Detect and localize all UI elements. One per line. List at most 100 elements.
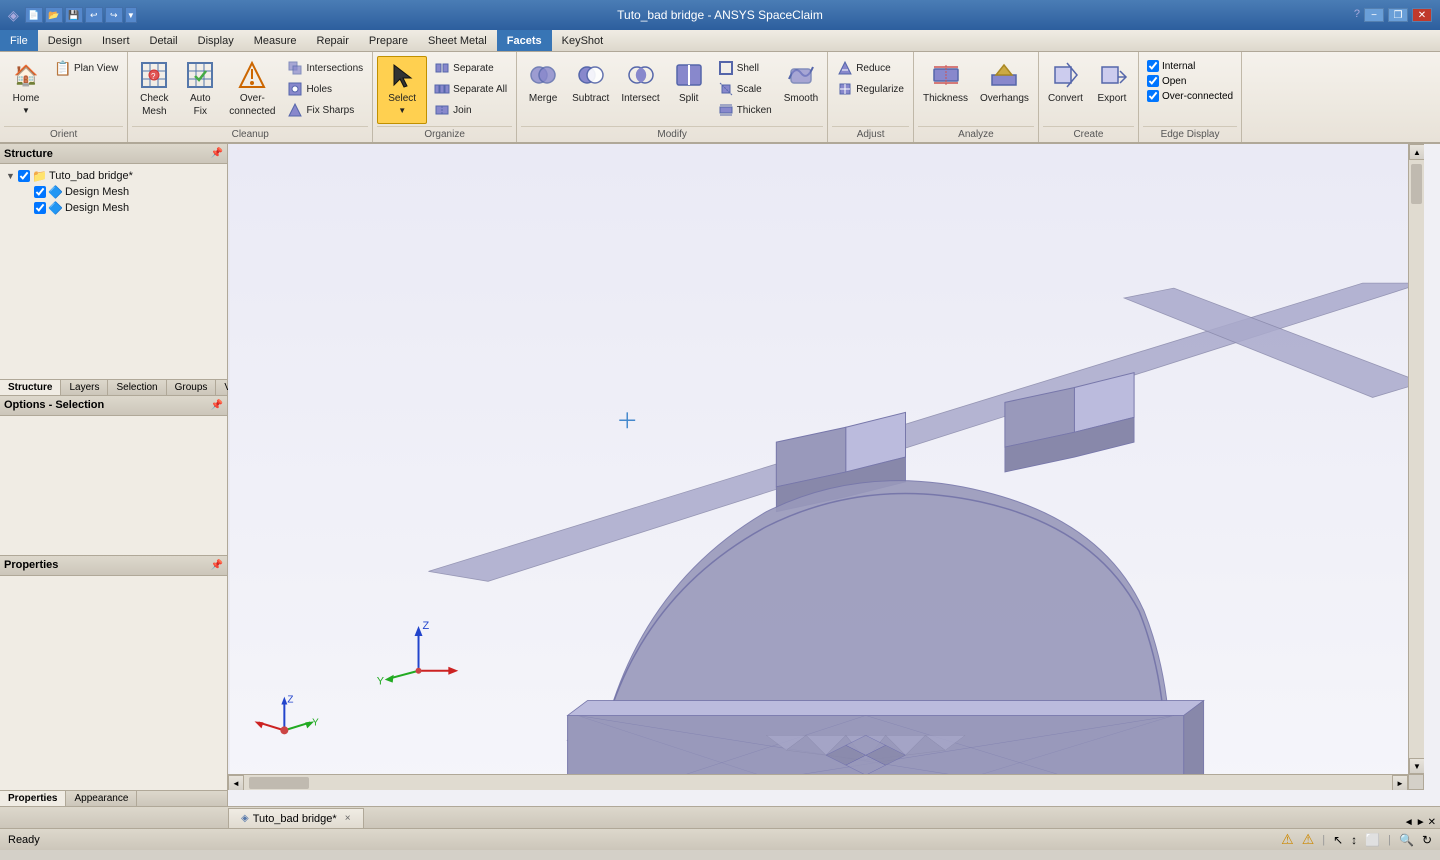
structure-pin-icon[interactable]: 📌: [211, 148, 223, 159]
separate-button[interactable]: Separate: [429, 58, 512, 78]
scroll-up-button[interactable]: ▲: [1409, 144, 1424, 160]
plan-view-button[interactable]: 📋 Plan View: [50, 58, 123, 78]
child2-checkbox[interactable]: [34, 202, 46, 214]
holes-button[interactable]: Holes: [282, 79, 368, 99]
rotate-icon[interactable]: ↻: [1422, 833, 1432, 847]
auto-fix-button[interactable]: Auto Fix: [178, 56, 222, 124]
minimize-button[interactable]: −: [1364, 8, 1384, 22]
structure-panel-header: Structure 📌: [0, 144, 227, 164]
panel-tabs: Structure Layers Selection Groups Views: [0, 380, 227, 396]
intersections-button[interactable]: Intersections: [282, 58, 368, 78]
properties-pin-icon[interactable]: 📌: [211, 560, 223, 571]
restore-button[interactable]: ❐: [1388, 8, 1408, 22]
intersect-button[interactable]: Intersect: [616, 56, 664, 124]
join-button[interactable]: Join: [429, 100, 512, 120]
scroll-thumb-h[interactable]: [249, 777, 309, 789]
menu-item-prepare[interactable]: Prepare: [359, 30, 418, 51]
prop-tab-appearance[interactable]: Appearance: [66, 791, 137, 806]
menu-item-insert[interactable]: Insert: [92, 30, 140, 51]
scroll-right-button[interactable]: ►: [1392, 775, 1408, 790]
viewport-3d[interactable]: Z Y: [228, 144, 1424, 790]
cursor-icon[interactable]: ↕: [1351, 833, 1357, 847]
split-button[interactable]: Split: [667, 56, 711, 124]
quick-access-undo[interactable]: ↩: [85, 7, 103, 23]
split-icon: [673, 59, 705, 91]
separate-all-button[interactable]: Separate All: [429, 79, 512, 99]
menu-item-facets[interactable]: Facets: [497, 30, 552, 51]
open-edge-check[interactable]: Open: [1147, 75, 1233, 87]
smooth-button[interactable]: Smooth: [779, 56, 823, 124]
merge-button[interactable]: Merge: [521, 56, 565, 124]
bottom-tab-model[interactable]: ◈ Tuto_bad bridge* ×: [228, 808, 364, 828]
bottom-tab-bar: ◈ Tuto_bad bridge* × ◄ ► ✕: [0, 806, 1440, 828]
quick-access-redo[interactable]: ↪: [105, 7, 123, 23]
help-icon[interactable]: ?: [1354, 8, 1360, 22]
internal-checkbox[interactable]: [1147, 60, 1159, 72]
structure-panel: Structure 📌 ▼ 📁 Tuto_bad bridge* 🔷 Desig…: [0, 144, 227, 380]
tab-groups[interactable]: Groups: [167, 380, 217, 395]
fix-sharps-button[interactable]: Fix Sharps: [282, 100, 368, 120]
tab-scroll-left-icon[interactable]: ◄: [1404, 817, 1414, 828]
svg-text:Y: Y: [377, 676, 385, 688]
prop-tab-properties[interactable]: Properties: [0, 791, 66, 806]
box-select-icon[interactable]: ⬜: [1365, 833, 1380, 847]
menu-item-design[interactable]: Design: [38, 30, 92, 51]
export-button[interactable]: Export: [1090, 56, 1134, 124]
tab-selection[interactable]: Selection: [108, 380, 166, 395]
separate-icon: [434, 60, 450, 76]
horizontal-scrollbar[interactable]: ◄ ►: [228, 774, 1408, 790]
tab-close-icon[interactable]: ×: [345, 813, 351, 824]
menu-item-sheetmetal[interactable]: Sheet Metal: [418, 30, 497, 51]
scale-button[interactable]: Scale: [713, 79, 777, 99]
convert-button[interactable]: Convert: [1043, 56, 1088, 124]
menu-item-detail[interactable]: Detail: [140, 30, 188, 51]
quick-access-dropdown[interactable]: ▼: [125, 7, 137, 23]
over-connected-checkbox[interactable]: [1147, 90, 1159, 102]
close-button[interactable]: ✕: [1412, 8, 1432, 22]
tree-root-item[interactable]: ▼ 📁 Tuto_bad bridge*: [4, 168, 223, 184]
svg-text:?: ?: [151, 72, 156, 81]
select-button[interactable]: Select ▼: [377, 56, 427, 124]
quick-access-open[interactable]: 📂: [45, 7, 63, 23]
child1-checkbox[interactable]: [34, 186, 46, 198]
over-connected-edge-check[interactable]: Over-connected: [1147, 90, 1233, 102]
scroll-left-button[interactable]: ◄: [228, 775, 244, 790]
tree-expand-icon[interactable]: ▼: [6, 171, 16, 181]
tab-close-all-icon[interactable]: ✕: [1428, 817, 1436, 828]
menu-item-measure[interactable]: Measure: [244, 30, 307, 51]
reduce-button[interactable]: Reduce: [832, 58, 909, 78]
merge-icon: [527, 59, 559, 91]
tree-child-2[interactable]: 🔷 Design Mesh: [20, 200, 223, 216]
viewport[interactable]: Z Y: [228, 144, 1440, 806]
regularize-button[interactable]: Regularize: [832, 79, 909, 99]
open-checkbox[interactable]: [1147, 75, 1159, 87]
root-checkbox[interactable]: [18, 170, 30, 182]
subtract-button[interactable]: Subtract: [567, 56, 614, 124]
tree-child-1[interactable]: 🔷 Design Mesh: [20, 184, 223, 200]
check-mesh-button[interactable]: ? Check Mesh: [132, 56, 176, 124]
quick-access-save[interactable]: 💾: [65, 7, 83, 23]
structure-panel-content: ▼ 📁 Tuto_bad bridge* 🔷 Design Mesh: [0, 164, 227, 379]
quick-access-new[interactable]: 📄: [25, 7, 43, 23]
over-connected-button[interactable]: Over- connected: [224, 56, 280, 124]
shell-button[interactable]: Shell: [713, 58, 777, 78]
tab-scroll-right-icon[interactable]: ►: [1416, 817, 1426, 828]
tab-structure[interactable]: Structure: [0, 380, 61, 395]
scroll-down-button[interactable]: ▼: [1409, 758, 1424, 774]
zoom-icon[interactable]: 🔍: [1399, 833, 1414, 847]
internal-edge-check[interactable]: Internal: [1147, 60, 1233, 72]
overhangs-button[interactable]: Overhangs: [975, 56, 1034, 124]
scroll-thumb-v[interactable]: [1411, 164, 1422, 204]
menu-item-keyshot[interactable]: KeyShot: [552, 30, 614, 51]
join-icon: [434, 102, 450, 118]
menu-item-file[interactable]: File: [0, 30, 38, 51]
menu-item-display[interactable]: Display: [188, 30, 244, 51]
home-button[interactable]: 🏠 Home ▼: [4, 56, 48, 124]
menu-item-repair[interactable]: Repair: [307, 30, 359, 51]
tab-layers[interactable]: Layers: [61, 380, 108, 395]
select-mode-icon[interactable]: ↖: [1333, 833, 1343, 847]
thickness-button[interactable]: Thickness: [918, 56, 973, 124]
thicken-button[interactable]: Thicken: [713, 100, 777, 120]
options-pin-icon[interactable]: 📌: [211, 400, 223, 411]
vertical-scrollbar[interactable]: ▲ ▼: [1408, 144, 1424, 790]
